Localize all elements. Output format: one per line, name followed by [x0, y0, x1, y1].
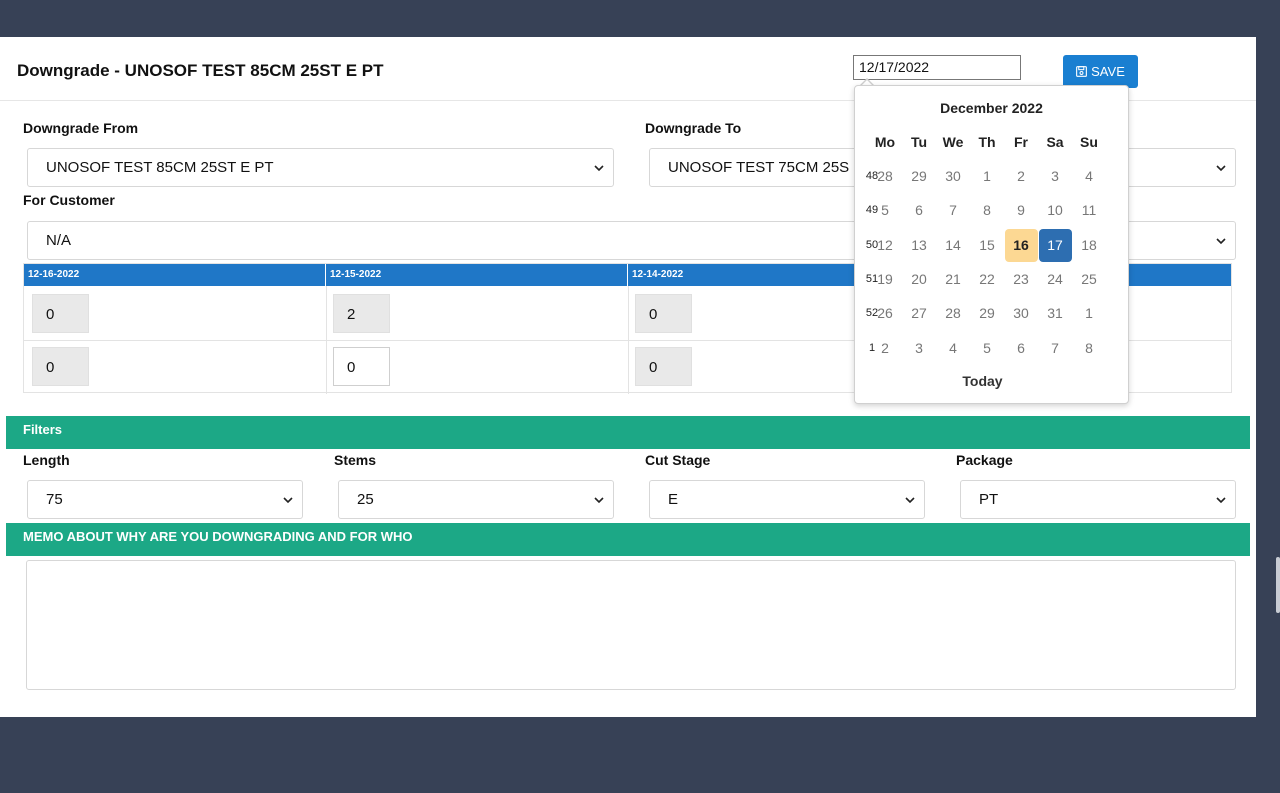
- column-date: 12-16-2022: [24, 264, 326, 286]
- calendar-day[interactable]: 3: [903, 332, 936, 365]
- weekday-header: Su: [1080, 134, 1098, 150]
- downgrade-quantity-input[interactable]: 0: [333, 347, 390, 386]
- calendar-day[interactable]: 21: [937, 263, 970, 296]
- page-title: Downgrade - UNOSOF TEST 85CM 25ST E PT: [17, 61, 384, 80]
- calendar-day[interactable]: 23: [1005, 263, 1038, 296]
- downgrade-from-value: UNOSOF TEST 85CM 25ST E PT: [46, 159, 274, 176]
- chevron-down-icon: [1216, 165, 1226, 172]
- calendar-day[interactable]: 28: [869, 160, 902, 193]
- calendar-day[interactable]: 11: [1073, 194, 1106, 227]
- stems-value: 25: [357, 491, 374, 508]
- calendar-day[interactable]: 8: [971, 194, 1004, 227]
- calendar-day[interactable]: 28: [937, 297, 970, 330]
- weekday-header: Fr: [1014, 134, 1028, 150]
- calendar-day[interactable]: 6: [903, 194, 936, 227]
- column-date: 12-15-2022: [326, 264, 628, 286]
- chevron-down-icon: [594, 165, 604, 172]
- calendar-day[interactable]: 13: [903, 229, 936, 262]
- memo-textarea[interactable]: [26, 560, 1236, 690]
- length-select[interactable]: 75: [27, 480, 303, 519]
- today-button[interactable]: Today: [855, 373, 1128, 389]
- calendar-day[interactable]: 29: [971, 297, 1004, 330]
- stems-label: Stems: [334, 452, 377, 468]
- calendar-day[interactable]: 12: [869, 229, 902, 262]
- calendar-day[interactable]: 30: [937, 160, 970, 193]
- quantity-readonly: 0: [635, 347, 692, 386]
- package-select[interactable]: PT: [960, 480, 1236, 519]
- calendar-day[interactable]: 3: [1039, 160, 1072, 193]
- calendar-day[interactable]: 5: [971, 332, 1004, 365]
- calendar-day[interactable]: 7: [937, 194, 970, 227]
- calendar-day[interactable]: 29: [903, 160, 936, 193]
- floppy-disk-icon: [1076, 66, 1088, 77]
- quantity-readonly: 2: [333, 294, 390, 333]
- memo-section-header: MEMO ABOUT WHY ARE YOU DOWNGRADING AND F…: [6, 523, 1250, 556]
- package-value: PT: [979, 491, 999, 508]
- downgrade-to-label: Downgrade To: [645, 120, 742, 136]
- calendar-day[interactable]: 8: [1073, 332, 1106, 365]
- scrollbar-thumb[interactable]: [1276, 557, 1280, 613]
- calendar-day[interactable]: 2: [869, 332, 902, 365]
- calendar-day[interactable]: 25: [1073, 263, 1106, 296]
- downgrade-from-label: Downgrade From: [23, 120, 139, 136]
- chevron-down-icon: [594, 497, 604, 504]
- calendar-day[interactable]: 10: [1039, 194, 1072, 227]
- cut-stage-label: Cut Stage: [645, 452, 711, 468]
- calendar-day[interactable]: 24: [1039, 263, 1072, 296]
- calendar-day[interactable]: 17: [1038, 228, 1072, 262]
- chevron-down-icon: [905, 497, 915, 504]
- calendar-day[interactable]: 16: [1004, 228, 1038, 262]
- quantity-readonly: 0: [32, 347, 89, 386]
- filters-section-header: Filters: [6, 416, 1250, 449]
- weekday-header: Sa: [1046, 134, 1064, 150]
- weekday-header: Mo: [874, 134, 896, 150]
- for-customer-label: For Customer: [23, 192, 115, 208]
- column-divider: [628, 286, 629, 394]
- calendar-day[interactable]: 14: [937, 229, 970, 262]
- chevron-down-icon: [1216, 238, 1226, 245]
- calendar-day[interactable]: 7: [1039, 332, 1072, 365]
- calendar-day[interactable]: 9: [1005, 194, 1038, 227]
- column-divider: [326, 286, 327, 394]
- length-value: 75: [46, 491, 63, 508]
- calendar-day[interactable]: 5: [869, 194, 902, 227]
- cut-stage-value: E: [668, 491, 679, 508]
- calendar-day[interactable]: 15: [971, 229, 1004, 262]
- calendar-day[interactable]: 27: [903, 297, 936, 330]
- calendar-day[interactable]: 26: [869, 297, 902, 330]
- calendar-month-title[interactable]: December 2022: [855, 100, 1128, 116]
- quantity-readonly: 0: [635, 294, 692, 333]
- calendar-day[interactable]: 4: [937, 332, 970, 365]
- save-button[interactable]: SAVE: [1063, 55, 1138, 88]
- calendar-day[interactable]: 19: [869, 263, 902, 296]
- downgrade-from-select[interactable]: UNOSOF TEST 85CM 25ST E PT: [27, 148, 614, 187]
- calendar-day[interactable]: 1: [1073, 297, 1106, 330]
- chevron-down-icon: [1216, 497, 1226, 504]
- calendar-day[interactable]: 6: [1005, 332, 1038, 365]
- weekday-header: Th: [978, 134, 996, 150]
- calendar-day[interactable]: 2: [1005, 160, 1038, 193]
- chevron-down-icon: [283, 497, 293, 504]
- calendar-day[interactable]: 31: [1039, 297, 1072, 330]
- date-picker-popup: December 2022 Mo Tu We Th Fr Sa Su 48 28 29 30 1 2 3 4…: [854, 85, 1129, 404]
- calendar-day[interactable]: 4: [1073, 160, 1106, 193]
- weekday-header: We: [942, 134, 964, 150]
- stems-select[interactable]: 25: [338, 480, 614, 519]
- calendar-day[interactable]: 18: [1073, 229, 1106, 262]
- calendar-day[interactable]: 30: [1005, 297, 1038, 330]
- length-label: Length: [23, 452, 70, 468]
- cut-stage-select[interactable]: E: [649, 480, 925, 519]
- calendar-day[interactable]: 22: [971, 263, 1004, 296]
- calendar-day[interactable]: 20: [903, 263, 936, 296]
- date-input[interactable]: 12/17/2022: [853, 55, 1021, 80]
- quantity-readonly: 0: [32, 294, 89, 333]
- weekday-header: Tu: [910, 134, 928, 150]
- calendar-day[interactable]: 1: [971, 160, 1004, 193]
- package-label: Package: [956, 452, 1013, 468]
- save-button-label: SAVE: [1091, 64, 1125, 79]
